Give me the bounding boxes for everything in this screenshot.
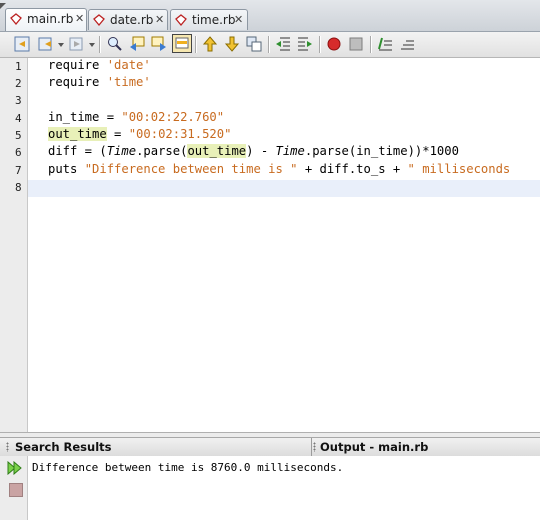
- line-number: 5: [15, 129, 22, 142]
- stop-macro-icon[interactable]: [347, 35, 365, 53]
- current-line-highlight: [28, 180, 540, 197]
- history-icon[interactable]: [37, 35, 55, 53]
- variable-occurrence-highlight: out_time: [48, 127, 107, 141]
- bottom-panel-tabs: Search Results Output - main.rb: [0, 437, 540, 457]
- tab-label: date.rb: [110, 13, 154, 27]
- tab-label: main.rb: [27, 12, 74, 26]
- code-line-4: in_time = "00:02:22.760": [48, 110, 225, 124]
- line-number: 1: [15, 60, 22, 73]
- tab-time-rb[interactable]: time.rb ✕: [170, 9, 248, 30]
- shift-left-icon[interactable]: [274, 35, 292, 53]
- output-text: Difference between time is 8760.0 millis…: [32, 461, 344, 474]
- variable-occurrence-highlight: out_time: [187, 144, 247, 158]
- editor-toolbar: [0, 32, 540, 58]
- code-line-5: out_time = "00:02:31.520": [48, 127, 232, 141]
- line-number: 2: [15, 77, 22, 90]
- prev-bookmark-icon[interactable]: [201, 35, 219, 53]
- tab-main-rb[interactable]: main.rb ✕: [5, 8, 87, 31]
- toggle-highlight-icon[interactable]: [172, 34, 192, 53]
- uncomment-icon[interactable]: [398, 35, 416, 53]
- tab-output[interactable]: Output - main.rb: [320, 440, 428, 454]
- tab-label: time.rb: [192, 13, 236, 27]
- forward-icon[interactable]: [68, 35, 86, 53]
- back-icon[interactable]: [13, 35, 31, 53]
- record-macro-icon[interactable]: [325, 35, 343, 53]
- next-occurrence-icon[interactable]: [150, 35, 168, 53]
- drag-grip-icon[interactable]: [6, 442, 9, 452]
- close-icon[interactable]: ✕: [75, 12, 84, 25]
- rerun-icon[interactable]: [7, 460, 23, 479]
- next-bookmark-icon[interactable]: [223, 35, 241, 53]
- line-number: 3: [15, 94, 22, 107]
- code-line-1: require 'date': [48, 58, 151, 72]
- drag-grip-icon[interactable]: [313, 442, 316, 452]
- ruby-file-icon: [175, 14, 187, 26]
- shift-right-icon[interactable]: [296, 35, 314, 53]
- close-icon[interactable]: ✕: [155, 13, 164, 26]
- editor-tab-bar: main.rb ✕ date.rb ✕ time.rb ✕: [0, 0, 540, 32]
- line-number: 8: [15, 181, 22, 194]
- tab-date-rb[interactable]: date.rb ✕: [88, 9, 168, 30]
- line-number: 7: [15, 164, 22, 177]
- tab-search-results[interactable]: Search Results: [15, 440, 112, 454]
- output-panel[interactable]: Difference between time is 8760.0 millis…: [0, 456, 540, 520]
- stop-icon[interactable]: [9, 483, 23, 497]
- code-line-6: diff = (Time.parse(out_time) - Time.pars…: [48, 144, 459, 158]
- line-number: 4: [15, 112, 22, 125]
- output-toolbar: [0, 456, 28, 520]
- comment-icon[interactable]: [376, 35, 394, 53]
- ruby-file-icon: [10, 13, 22, 25]
- ruby-file-icon: [93, 14, 105, 26]
- line-number: 6: [15, 146, 22, 159]
- line-number-gutter: 1 2 3 4 5 6 7 8: [0, 58, 28, 432]
- code-line-7: puts "Difference between time is " + dif…: [48, 162, 511, 176]
- toggle-bookmark-icon[interactable]: [245, 35, 263, 53]
- code-editor[interactable]: 1 2 3 4 5 6 7 8 require 'date' require '…: [0, 58, 540, 433]
- prev-occurrence-icon[interactable]: [128, 35, 146, 53]
- close-icon[interactable]: ✕: [234, 13, 243, 26]
- find-icon[interactable]: [106, 35, 124, 53]
- code-line-2: require 'time': [48, 75, 151, 89]
